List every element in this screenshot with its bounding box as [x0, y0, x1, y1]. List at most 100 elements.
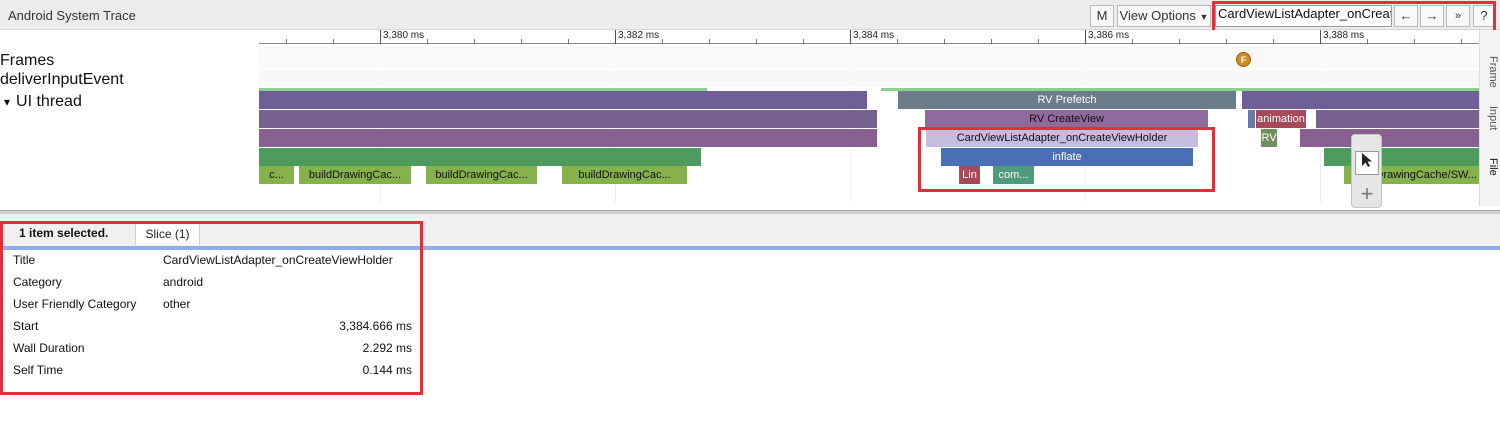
tick-label: 3,388 ms	[1323, 30, 1365, 41]
slice-purple-depth0[interactable]	[259, 91, 867, 109]
time-ruler[interactable]: 3,380 ms 3,382 ms 3,384 ms 3,386 ms 3,38…	[259, 30, 1479, 44]
ui-thread-label-text: UI thread	[16, 93, 82, 110]
previous-match-button[interactable]: ←	[1394, 5, 1418, 27]
detail-value: 2.292 ms	[362, 341, 412, 355]
slice-build-drawing-cache[interactable]: buildDrawingCac...	[562, 166, 687, 184]
detail-value: 0.144 ms	[362, 363, 412, 377]
major-tick	[1320, 30, 1321, 44]
minor-tick	[1132, 39, 1133, 44]
slice-rv-small[interactable]: RV	[1261, 129, 1277, 147]
deliver-input-event-track[interactable]	[259, 70, 1479, 87]
tick-label: 3,386 ms	[1088, 30, 1130, 41]
minor-tick	[333, 39, 334, 44]
detail-key: Self Time	[13, 363, 64, 377]
slice-inflate[interactable]: inflate	[941, 148, 1193, 166]
minor-tick	[1367, 39, 1368, 44]
slice-rv-prefetch[interactable]: RV Prefetch	[898, 91, 1236, 109]
minor-tick	[897, 39, 898, 44]
minor-tick	[1179, 39, 1180, 44]
side-tab-input[interactable]: Input	[1483, 106, 1499, 130]
minor-tick	[521, 39, 522, 44]
view-options-button[interactable]: View Options ▼	[1117, 5, 1211, 27]
detail-key: Start	[13, 319, 39, 333]
detail-key: Wall Duration	[13, 341, 85, 355]
major-tick	[615, 30, 616, 44]
caret-down-icon: ▼	[1199, 12, 1209, 22]
expand-triangle-icon[interactable]: ▾	[4, 95, 10, 109]
deliver-input-event-track-label: deliverInputEvent	[0, 71, 124, 88]
side-tab-file[interactable]: File	[1483, 158, 1499, 176]
plus-icon[interactable]: +	[1355, 183, 1379, 207]
slice-purple-depth2-right[interactable]	[1300, 129, 1479, 147]
minor-tick	[944, 39, 945, 44]
major-tick	[850, 30, 851, 44]
detail-row-start: Start 3,384.666 ms	[0, 316, 420, 338]
major-tick	[1085, 30, 1086, 44]
major-tick	[380, 30, 381, 44]
minor-tick	[756, 39, 757, 44]
arrow-cursor-icon[interactable]	[1355, 151, 1379, 175]
timeline-viewport[interactable]: 3,380 ms 3,382 ms 3,384 ms 3,386 ms 3,38…	[259, 30, 1479, 206]
slice-animation[interactable]: animation	[1256, 110, 1306, 128]
minor-tick	[803, 39, 804, 44]
selection-summary: 1 item selected.	[19, 226, 109, 240]
arrow-cursor-glyph	[1362, 153, 1372, 167]
search-input[interactable]: CardViewListAdapter_onCreat	[1215, 5, 1392, 27]
slice-purple-depth0-right[interactable]	[1242, 91, 1479, 109]
mouse-mode-toolbar: +	[1351, 134, 1382, 208]
minor-tick	[286, 39, 287, 44]
detail-value: other	[163, 297, 191, 311]
side-tab-strip: Frame Input File	[1479, 30, 1500, 206]
app-title: Android System Trace	[8, 8, 136, 23]
minor-tick	[1226, 39, 1227, 44]
detail-value: CardViewListAdapter_onCreateViewHolder	[163, 253, 393, 267]
slice-lin[interactable]: Lin	[959, 166, 980, 184]
slice-green-depth3[interactable]	[259, 148, 701, 166]
track-labels-column: Frames deliverInputEvent ▾ UI thread	[0, 30, 259, 206]
slice-build-drawing-cache[interactable]: c...	[259, 166, 294, 184]
tick-label: 3,384 ms	[853, 30, 895, 41]
tick-label: 3,380 ms	[383, 30, 425, 41]
slice-purple-depth1[interactable]	[259, 110, 877, 128]
minor-tick	[474, 39, 475, 44]
slice-rv-createview[interactable]: RV CreateView	[925, 110, 1208, 128]
minor-tick	[1038, 39, 1039, 44]
frames-track-label: Frames	[0, 52, 55, 69]
frame-marker-icon[interactable]: F	[1236, 52, 1251, 67]
m-button[interactable]: M	[1090, 5, 1114, 27]
minor-tick	[1461, 39, 1462, 44]
select-all-matches-button[interactable]: »	[1446, 5, 1470, 27]
slice-build-drawing-cache[interactable]: buildDrawingCac...	[299, 166, 411, 184]
slice-purple-depth2[interactable]	[259, 129, 877, 147]
next-match-button[interactable]: →	[1420, 5, 1444, 27]
minor-tick	[709, 39, 710, 44]
slice-com[interactable]: com...	[993, 166, 1034, 184]
detail-row-self-time: Self Time 0.144 ms	[0, 360, 420, 382]
detail-key: User Friendly Category	[13, 297, 137, 311]
slice-small-blue[interactable]	[1248, 110, 1255, 128]
minor-tick	[662, 39, 663, 44]
detail-value: 3,384.666 ms	[339, 319, 412, 333]
detail-value: android	[163, 275, 204, 289]
view-options-label: View Options	[1119, 8, 1196, 23]
detail-row-wall-duration: Wall Duration 2.292 ms	[0, 338, 420, 360]
tick-label: 3,382 ms	[618, 30, 660, 41]
slice-green-depth3-right[interactable]	[1324, 148, 1479, 166]
analysis-tab-strip: 1 item selected. Slice (1)	[0, 214, 1500, 246]
minor-tick	[1273, 39, 1274, 44]
detail-key: Title	[13, 253, 36, 267]
minor-tick	[568, 39, 569, 44]
tab-slice[interactable]: Slice (1)	[135, 223, 200, 245]
minor-tick	[991, 39, 992, 44]
slice-purple-depth1-right[interactable]	[1316, 110, 1479, 128]
side-tab-frame[interactable]: Frame	[1483, 56, 1499, 88]
detail-row-title: Title CardViewListAdapter_onCreateViewHo…	[0, 250, 420, 272]
top-toolbar: Android System Trace M View Options ▼ Ca…	[0, 0, 1500, 30]
slice-build-drawing-cache[interactable]: buildDrawingCac...	[426, 166, 537, 184]
frames-track[interactable]	[259, 46, 1479, 68]
slice-cardview-oncreateviewholder[interactable]: CardViewListAdapter_onCreateViewHolder	[926, 129, 1198, 147]
ui-thread-track-label[interactable]: ▾ UI thread	[4, 93, 82, 111]
minor-tick	[1414, 39, 1415, 44]
help-button[interactable]: ?	[1473, 5, 1495, 27]
minor-tick	[427, 39, 428, 44]
